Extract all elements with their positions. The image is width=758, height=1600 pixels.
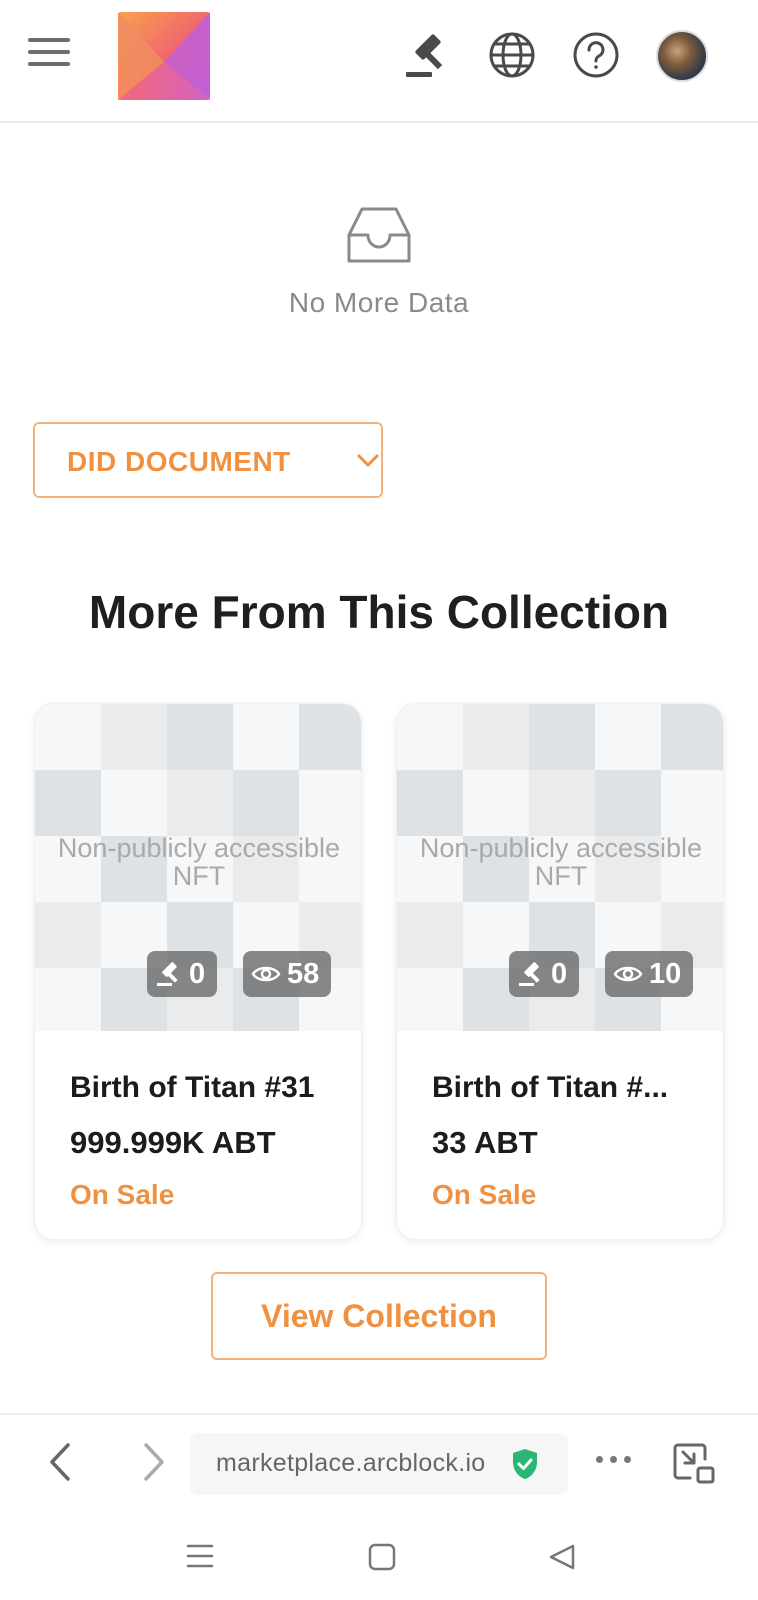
eye-icon	[613, 966, 643, 982]
nft-card-info: Birth of Titan #31 999.999K ABT On Sale	[35, 1031, 361, 1239]
nft-thumbnail: Non-publicly accessible NFT 0 10	[397, 704, 723, 1031]
url-text: marketplace.arcblock.io	[216, 1449, 486, 1477]
help-circle-icon[interactable]	[571, 30, 621, 80]
more-dots-icon[interactable]	[594, 1451, 634, 1471]
hamburger-menu-icon[interactable]	[28, 38, 70, 72]
nft-status: On Sale	[70, 1179, 175, 1210]
nft-status: On Sale	[432, 1179, 537, 1210]
home-icon[interactable]	[368, 1543, 396, 1576]
system-back-icon[interactable]	[548, 1543, 576, 1576]
empty-state: No More Data	[0, 205, 758, 319]
nft-name: Birth of Titan #...	[432, 1071, 669, 1104]
shield-check-icon	[513, 1449, 537, 1479]
back-arrow-icon[interactable]	[40, 1439, 80, 1485]
gavel-icon	[157, 962, 178, 986]
nft-thumbnail: Non-publicly accessible NFT 0 58	[35, 704, 361, 1031]
nft-placeholder-text: Non-publicly accessible NFT	[419, 833, 703, 891]
globe-icon[interactable]	[487, 30, 537, 80]
nft-card-info: Birth of Titan #... 33 ABT On Sale	[397, 1031, 723, 1239]
bids-badge: 0	[509, 951, 580, 997]
user-avatar[interactable]	[656, 30, 708, 82]
views-count: 58	[287, 957, 320, 990]
url-bar[interactable]: marketplace.arcblock.io	[190, 1433, 568, 1495]
forward-arrow-icon[interactable]	[134, 1439, 174, 1485]
bids-count: 0	[189, 957, 206, 990]
views-badge: 10	[605, 951, 694, 997]
empty-inbox-icon	[347, 207, 411, 263]
picture-in-picture-icon[interactable]	[672, 1441, 716, 1485]
section-title: More From This Collection	[88, 586, 670, 638]
recents-icon[interactable]	[186, 1543, 214, 1574]
browser-toolbar: marketplace.arcblock.io	[0, 1413, 758, 1513]
did-document-dropdown[interactable]: DID DOCUMENT	[33, 422, 383, 498]
nft-price: 999.999K ABT	[70, 1125, 276, 1160]
bids-badge: 0	[147, 951, 218, 997]
nft-price: 33 ABT	[432, 1125, 538, 1160]
eye-icon	[251, 966, 281, 982]
gavel-icon[interactable]	[402, 30, 452, 80]
nft-card[interactable]: Non-publicly accessible NFT 0 10 Birth o…	[396, 703, 724, 1240]
system-navigation-bar	[0, 1513, 758, 1600]
nft-card[interactable]: Non-publicly accessible NFT 0 58 Birth o…	[34, 703, 362, 1240]
nft-name: Birth of Titan #31	[70, 1071, 315, 1104]
bids-count: 0	[551, 957, 568, 990]
app-logo[interactable]	[116, 10, 212, 102]
views-count: 10	[649, 957, 682, 990]
did-document-label: DID DOCUMENT	[67, 446, 291, 477]
chevron-down-icon	[357, 454, 379, 467]
app-header	[0, 0, 758, 123]
view-collection-button[interactable]: View Collection	[211, 1272, 547, 1360]
gavel-icon	[519, 962, 540, 986]
nft-placeholder-text: Non-publicly accessible NFT	[57, 833, 341, 891]
views-badge: 58	[243, 951, 332, 997]
empty-state-text: No More Data	[288, 287, 470, 318]
